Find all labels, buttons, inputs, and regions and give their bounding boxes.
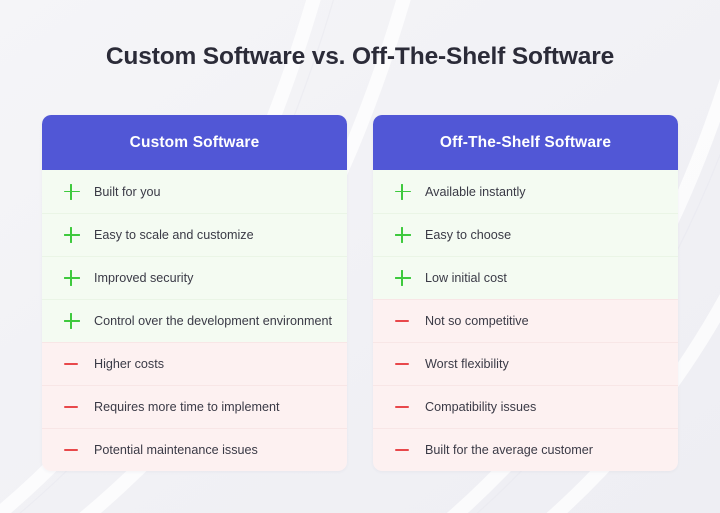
feature-row-label: Low initial cost (425, 271, 507, 285)
plus-icon (63, 227, 80, 244)
feature-row-label: Higher costs (94, 357, 164, 371)
feature-row: Control over the development environment (42, 299, 347, 342)
card-header-off-the-shelf-software: Off-The-Shelf Software (373, 115, 678, 170)
feature-row: Higher costs (42, 342, 347, 385)
card-header-custom-software: Custom Software (42, 115, 347, 170)
feature-row: Potential maintenance issues (42, 428, 347, 471)
feature-row: Built for the average customer (373, 428, 678, 471)
feature-row: Requires more time to implement (42, 385, 347, 428)
feature-row: Easy to choose (373, 213, 678, 256)
feature-row-label: Easy to scale and customize (94, 228, 254, 242)
plus-icon (63, 183, 80, 200)
comparison-table: Custom Software Built for you Easy to scal… (42, 115, 678, 471)
minus-icon (63, 442, 80, 459)
plus-icon (63, 313, 80, 330)
plus-icon (394, 227, 411, 244)
page-title: Custom Software vs. Off-The-Shelf Softwa… (105, 43, 615, 70)
feature-row-label: Easy to choose (425, 228, 512, 242)
minus-icon (63, 356, 80, 373)
feature-row: Compatibility issues (373, 385, 678, 428)
card-header-label: Off-The-Shelf Software (439, 133, 612, 151)
feature-row-label: Not so competitive (425, 314, 529, 328)
feature-row-label: Potential maintenance issues (94, 443, 258, 457)
feature-row: Available instantly (373, 170, 678, 213)
comparison-page: Custom Software vs. Off-The-Shelf Softwa… (0, 0, 720, 513)
card-header-label: Custom Software (129, 133, 260, 151)
minus-icon (394, 399, 411, 416)
feature-row-label: Improved security (94, 271, 194, 285)
comparison-card-custom-software: Custom Software Built for you Easy to scal… (42, 115, 347, 471)
feature-row-label: Worst flexibility (425, 357, 509, 371)
plus-icon (63, 270, 80, 287)
feature-row-label: Requires more time to implement (94, 400, 280, 414)
feature-row-label: Available instantly (425, 184, 526, 199)
feature-row: Worst flexibility (373, 342, 678, 385)
feature-row: Improved security (42, 256, 347, 299)
minus-icon (394, 356, 411, 373)
feature-row-label: Built for the average customer (425, 443, 593, 457)
feature-row-label: Built for you (94, 184, 161, 199)
feature-row: Easy to scale and customize (42, 213, 347, 256)
minus-icon (63, 399, 80, 416)
feature-row: Built for you (42, 170, 347, 213)
plus-icon (394, 270, 411, 287)
minus-icon (394, 442, 411, 459)
feature-row-label: Compatibility issues (425, 400, 537, 414)
feature-row-label: Control over the development environment (94, 314, 333, 328)
comparison-card-off-the-shelf-software: Off-The-Shelf Software Available instantl… (373, 115, 678, 471)
feature-row: Low initial cost (373, 256, 678, 299)
feature-row: Not so competitive (373, 299, 678, 342)
minus-icon (394, 313, 411, 330)
card-rows-custom-software: Built for you Easy to scale and customize… (42, 170, 347, 471)
card-rows-off-the-shelf-software: Available instantly Easy to choose Low ini… (373, 170, 678, 471)
plus-icon (394, 183, 411, 200)
